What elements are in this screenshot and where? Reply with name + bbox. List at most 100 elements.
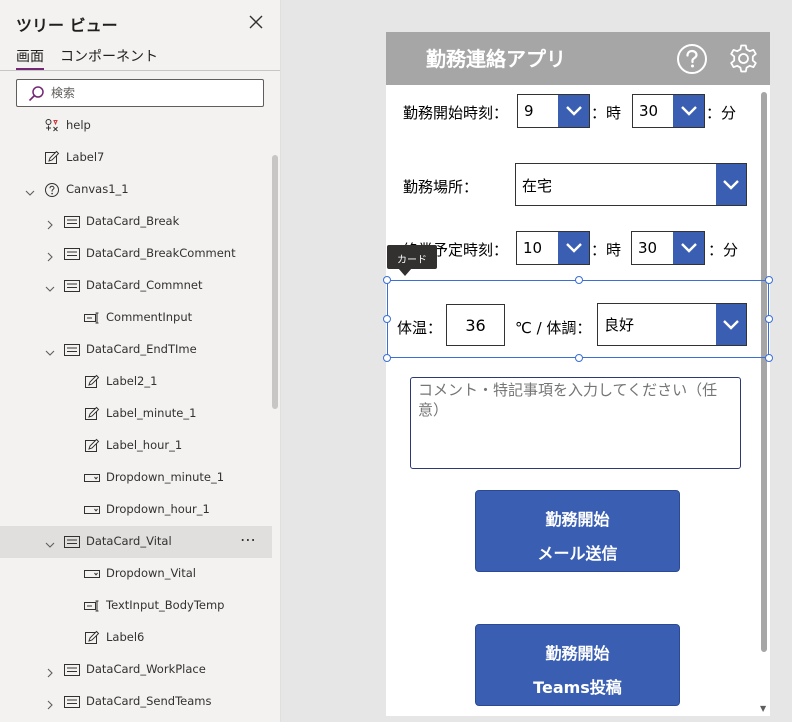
label-icon (84, 438, 100, 454)
app-screen: 勤務連絡アプリ 勤務開始時刻： 9 ：時 30 ：分 勤務場所： 在宅 終業予定… (386, 32, 770, 716)
mail-send-button[interactable]: 勤務開始 メール送信 (475, 490, 680, 572)
resize-handle[interactable] (575, 276, 583, 284)
mail-button-line2: メール送信 (537, 544, 618, 563)
start-time-label: 勤務開始時刻： (403, 104, 509, 122)
card-icon (64, 342, 80, 358)
tab-divider (0, 70, 280, 71)
start-hour-dropdown[interactable]: 9 (517, 94, 590, 128)
chevron-down-icon[interactable] (44, 536, 56, 548)
chevron-right-icon[interactable] (44, 664, 56, 678)
work-place-value: 在宅 (522, 177, 553, 195)
tree-item-label: DataCard_Commnet (86, 278, 203, 292)
chevron-down-icon[interactable] (44, 344, 56, 356)
tree-view-panel: ツリー ビュー 画面 コンポーネント help Label7 Canvas1_1 Da… (0, 0, 281, 722)
resize-handle[interactable] (383, 315, 391, 323)
resize-handle[interactable] (765, 354, 773, 362)
chevron-down-icon (673, 95, 704, 127)
help-circle-icon (44, 182, 60, 198)
end-minute-dropdown[interactable]: 30 (631, 231, 705, 265)
tab-components[interactable]: コンポーネント (60, 46, 158, 66)
resize-handle[interactable] (383, 354, 391, 362)
tree-item-label6[interactable]: Label6 (0, 622, 272, 654)
start-minute-unit: ：分 (706, 104, 737, 122)
tree-item-label: DataCard_SendTeams (86, 694, 212, 708)
tree-item-datacard-workplace[interactable]: DataCard_WorkPlace (0, 654, 272, 686)
card-icon (64, 662, 80, 678)
tree-item-label2-1[interactable]: Label2_1 (0, 366, 272, 398)
tree-item-datacard-vital[interactable]: DataCard_Vital ⋯ (0, 526, 272, 558)
search-input[interactable] (51, 84, 251, 102)
dropdown-icon (84, 566, 100, 582)
chevron-right-icon[interactable] (44, 696, 56, 710)
chevron-right-icon[interactable] (44, 248, 56, 262)
close-icon[interactable] (246, 12, 266, 32)
tree-item-datacard-endtime[interactable]: DataCard_EndTIme (0, 334, 272, 366)
tree-item-label: help (66, 118, 91, 132)
dropdown-icon (84, 502, 100, 518)
tree-item-datacard-breakcomment[interactable]: DataCard_BreakComment (0, 238, 272, 270)
comment-input[interactable] (410, 377, 741, 469)
tree-item-canvas1-1[interactable]: Canvas1_1 (0, 174, 272, 206)
teams-post-button[interactable]: 勤務開始 Teams投稿 (475, 624, 680, 706)
tab-screens[interactable]: 画面 (16, 46, 44, 70)
end-hour-value: 10 (523, 239, 543, 257)
start-minute-value: 30 (639, 102, 659, 120)
tree-scrollbar[interactable] (272, 155, 278, 409)
mail-button-line1: 勤務開始 (545, 510, 610, 529)
tree-item-datacard-break[interactable]: DataCard_Break (0, 206, 272, 238)
tree-item-datacard-commnet[interactable]: DataCard_Commnet (0, 270, 272, 302)
resize-handle[interactable] (575, 354, 583, 362)
search-box[interactable] (16, 79, 264, 107)
start-minute-dropdown[interactable]: 30 (632, 94, 705, 128)
tree-item-label-minute-1[interactable]: Label_minute_1 (0, 398, 272, 430)
tree-item-dropdown-hour-1[interactable]: Dropdown_hour_1 (0, 494, 272, 526)
card-icon (64, 278, 80, 294)
card-tooltip: カード (387, 245, 437, 269)
card-icon (64, 694, 80, 710)
tree-item-dropdown-minute-1[interactable]: Dropdown_minute_1 (0, 462, 272, 494)
resize-handle[interactable] (383, 276, 391, 284)
chevron-down-icon (558, 232, 589, 264)
tree-item-dropdown-vital[interactable]: Dropdown_Vital (0, 558, 272, 590)
tree-item-label: TextInput_BodyTemp (106, 598, 225, 612)
help-icon[interactable] (676, 43, 708, 75)
work-place-label: 勤務場所： (403, 178, 479, 196)
chevron-down-icon (716, 164, 746, 205)
tree-item-label: Canvas1_1 (66, 182, 129, 196)
start-hour-unit: ：時 (591, 104, 622, 122)
tree-item-commentinput[interactable]: CommentInput (0, 302, 272, 334)
end-minute-unit: ：分 (708, 241, 739, 259)
tree-item-label: DataCard_EndTIme (86, 342, 197, 356)
label-icon (84, 630, 100, 646)
tree-item-textinput-bodytemp[interactable]: TextInput_BodyTemp (0, 590, 272, 622)
tree-item-label: Dropdown_Vital (106, 566, 197, 580)
group-icon (44, 118, 60, 134)
tree-item-label-hour-1[interactable]: Label_hour_1 (0, 430, 272, 462)
card-icon (64, 214, 80, 230)
resize-handle[interactable] (765, 315, 773, 323)
scroll-down-icon[interactable]: ▼ (760, 704, 766, 713)
tree-item-label: Dropdown_hour_1 (106, 502, 210, 516)
end-minute-value: 30 (638, 239, 658, 257)
tree-item-help[interactable]: help (0, 110, 272, 142)
card-selection-frame[interactable] (383, 276, 773, 362)
label-icon (84, 406, 100, 422)
chevron-down-icon (673, 232, 704, 264)
tree-item-label: Dropdown_minute_1 (106, 470, 225, 484)
card-icon (64, 534, 80, 550)
chevron-right-icon[interactable] (44, 216, 56, 230)
more-options-icon[interactable]: ⋯ (240, 530, 257, 549)
resize-handle[interactable] (765, 276, 773, 284)
end-hour-dropdown[interactable]: 10 (516, 231, 590, 265)
text-input-icon (84, 310, 100, 326)
tree-item-label: DataCard_Break (86, 214, 180, 228)
gear-icon[interactable] (727, 42, 760, 75)
dropdown-icon (84, 470, 100, 486)
work-place-dropdown[interactable]: 在宅 (515, 163, 747, 206)
app-scrollbar[interactable] (761, 92, 767, 652)
tree-item-datacard-sendteams[interactable]: DataCard_SendTeams (0, 686, 272, 718)
chevron-down-icon[interactable] (44, 280, 56, 292)
tree-item-label: Label_minute_1 (106, 406, 197, 420)
tree-item-label7[interactable]: Label7 (0, 142, 272, 174)
chevron-down-icon[interactable] (24, 184, 36, 196)
